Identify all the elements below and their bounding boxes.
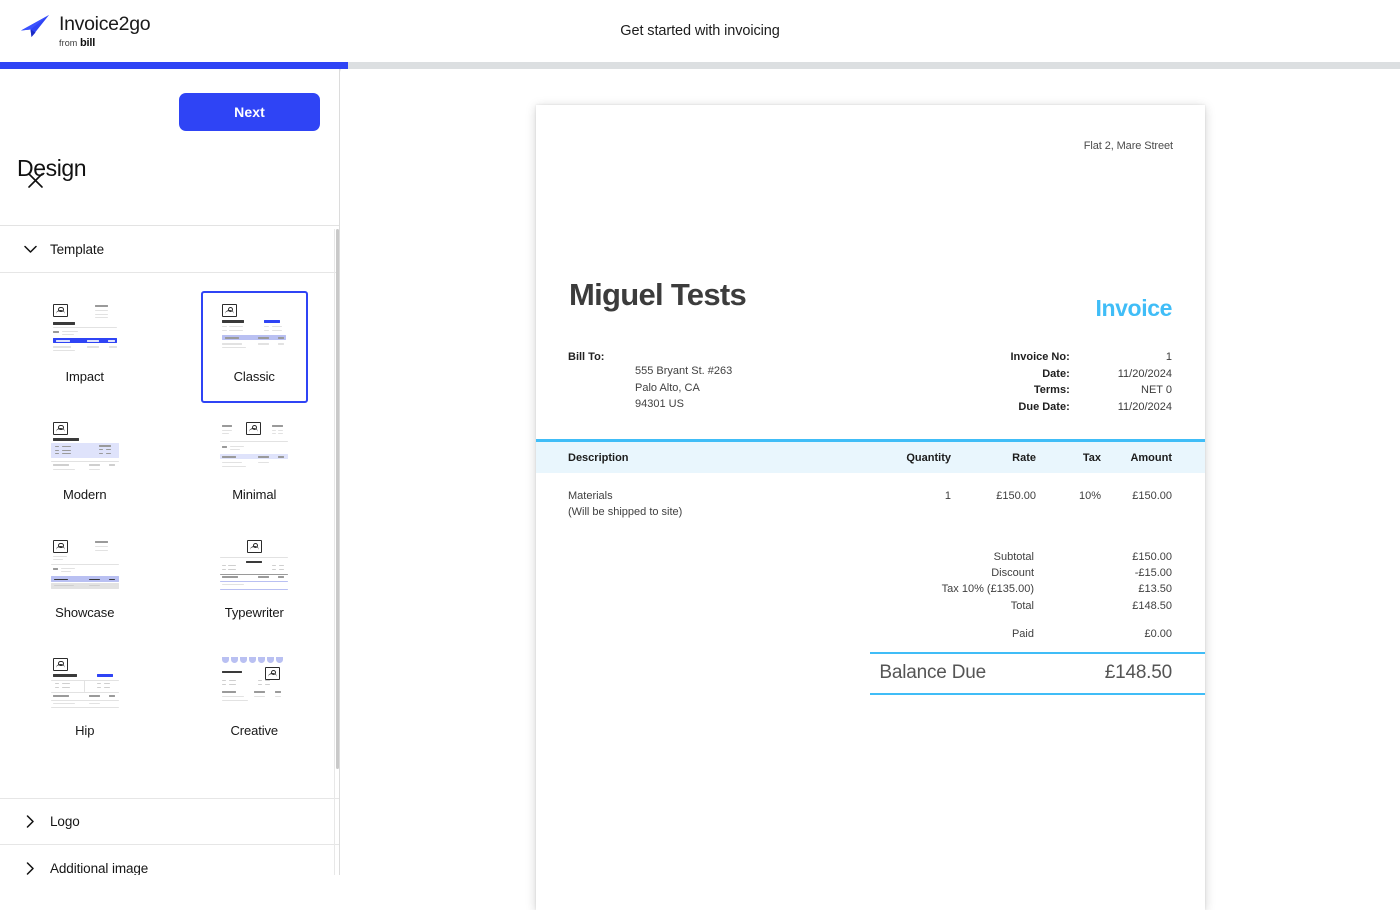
- total-value: £150.00: [1132, 551, 1172, 563]
- chevron-right-icon: [22, 815, 38, 828]
- template-thumbnail-classic: [220, 303, 288, 359]
- template-label-hip: Hip: [75, 723, 95, 738]
- app-header: Invoice2go from bill Get started with in…: [0, 0, 1400, 62]
- total-label: Subtotal: [993, 551, 1034, 563]
- invoice-document: Flat 2, Mare Street Miguel Tests Invoice…: [536, 105, 1205, 910]
- template-option-showcase[interactable]: Showcase: [31, 527, 138, 639]
- cell-quantity: 1: [944, 490, 951, 502]
- column-header-amount: Amount: [1130, 451, 1172, 464]
- template-label-modern: Modern: [63, 487, 107, 502]
- design-sidebar: Next Design Template Impact Classic Mode…: [0, 69, 340, 875]
- template-thumbnail-typewriter: [220, 539, 289, 595]
- cell-description: Materials (Will be shipped to site): [536, 490, 846, 518]
- invoice-preview-pane: Flat 2, Mare Street Miguel Tests Invoice…: [341, 69, 1400, 910]
- template-label-creative: Creative: [230, 723, 279, 738]
- total-value: £148.50: [1132, 599, 1172, 612]
- meta-key: Due Date:: [1018, 400, 1070, 413]
- total-row-discount: Discount -£15.00: [870, 567, 1205, 579]
- template-thumbnail-modern: [50, 421, 119, 477]
- chevron-down-icon: [22, 245, 38, 254]
- sidebar-header: Next Design: [0, 69, 339, 226]
- total-value: £13.50: [1138, 583, 1172, 596]
- meta-value: 1: [1165, 351, 1172, 363]
- total-row-subtotal: Subtotal £150.00: [870, 551, 1205, 563]
- template-thumbnail-hip: [50, 657, 119, 713]
- template-label-showcase: Showcase: [55, 605, 115, 620]
- section-label-logo: Logo: [50, 814, 80, 829]
- bill-to-line: Palo Alto, CA: [635, 381, 700, 394]
- balance-due-value: £148.50: [1104, 662, 1172, 684]
- meta-value: 11/20/2024: [1117, 400, 1172, 413]
- template-label-typewriter: Typewriter: [224, 605, 284, 620]
- cell-rate: £150.00: [996, 490, 1036, 502]
- sidebar-section-logo[interactable]: Logo: [0, 798, 339, 845]
- next-button[interactable]: Next: [179, 93, 320, 131]
- meta-key: Invoice No:: [1010, 351, 1070, 363]
- paid-label: Paid: [1011, 627, 1034, 640]
- total-label: Tax 10% (£135.00): [941, 583, 1034, 596]
- cell-tax: 10%: [1078, 490, 1101, 502]
- onboarding-progress-track: [0, 62, 1400, 69]
- template-option-modern[interactable]: Modern: [31, 409, 138, 521]
- bill-to-line: 94301 US: [635, 398, 684, 411]
- item-description: Materials: [568, 490, 613, 502]
- sender-address: Flat 2, Mare Street: [1083, 140, 1173, 152]
- bill-to-line: 555 Bryant St. #263: [635, 365, 733, 377]
- table-row: Materials (Will be shipped to site) 1 £1…: [536, 473, 1205, 518]
- sidebar-scroll-area[interactable]: Template Impact Classic Modern Minimal S…: [0, 226, 339, 875]
- item-description-note: (Will be shipped to site): [568, 505, 683, 518]
- total-label: Total: [1010, 599, 1034, 612]
- sidebar-title: Design: [17, 155, 87, 181]
- template-thumbnail-minimal: [220, 421, 289, 477]
- column-header-tax: Tax: [1082, 451, 1101, 464]
- bill-to-label: Bill To:: [568, 351, 605, 363]
- template-option-impact[interactable]: Impact: [31, 291, 138, 403]
- sidebar-section-additional-image[interactable]: Additional image: [0, 845, 339, 875]
- line-items-table: Description Quantity Rate Tax Amount Mat…: [536, 439, 1205, 518]
- total-row-total: Total £148.50: [870, 600, 1205, 612]
- meta-key: Terms:: [1033, 384, 1070, 397]
- totals-block: Subtotal £150.00 Discount -£15.00 Tax 10…: [870, 551, 1205, 695]
- template-label-classic: Classic: [233, 369, 275, 384]
- meta-value: 11/20/2024: [1117, 367, 1172, 380]
- document-type: Invoice: [1095, 295, 1173, 321]
- section-label-additional-image: Additional image: [50, 861, 149, 875]
- template-grid: Impact Classic Modern Minimal Showcase T…: [0, 273, 339, 763]
- template-option-typewriter[interactable]: Typewriter: [201, 527, 308, 639]
- bill-to-address: 555 Bryant St. #263 Palo Alto, CA 94301 …: [635, 363, 732, 413]
- total-label: Discount: [991, 567, 1034, 580]
- chevron-right-icon: [22, 862, 38, 875]
- template-label-impact: Impact: [65, 369, 105, 384]
- template-option-hip[interactable]: Hip: [31, 645, 138, 757]
- total-row-tax: Tax 10% (£135.00) £13.50: [870, 583, 1205, 595]
- column-header-description: Description: [568, 451, 629, 464]
- template-thumbnail-showcase: [50, 539, 119, 595]
- meta-key: Date:: [1042, 367, 1070, 380]
- paid-value: £0.00: [1144, 627, 1172, 640]
- balance-due-row: Balance Due £148.50: [870, 651, 1205, 695]
- sidebar-scrollbar-thumb[interactable]: [336, 229, 339, 769]
- onboarding-progress-fill: [0, 62, 348, 69]
- template-option-classic[interactable]: Classic: [200, 291, 308, 403]
- section-label-template: Template: [50, 241, 104, 257]
- total-value: -£15.00: [1134, 567, 1172, 580]
- template-option-minimal[interactable]: Minimal: [201, 409, 308, 521]
- balance-due-label: Balance Due: [879, 662, 986, 684]
- cell-amount: £150.00: [1132, 490, 1172, 502]
- page-title: Get started with invoicing: [620, 23, 780, 39]
- column-header-quantity: Quantity: [906, 451, 951, 464]
- meta-value: NET 0: [1141, 384, 1172, 397]
- invoice-meta-block: Invoice No: 1 Date: 11/20/2024 Terms: NE…: [1010, 351, 1172, 413]
- template-option-creative[interactable]: Creative: [201, 645, 308, 757]
- template-thumbnail-impact: [51, 303, 119, 359]
- total-row-paid: Paid £0.00: [870, 628, 1205, 640]
- template-label-minimal: Minimal: [232, 487, 277, 502]
- template-thumbnail-creative: [220, 657, 288, 713]
- sidebar-section-template[interactable]: Template: [0, 226, 339, 273]
- company-name: Miguel Tests: [569, 277, 747, 312]
- table-header-row: Description Quantity Rate Tax Amount: [536, 442, 1205, 473]
- bill-to-block: Bill To: 555 Bryant St. #263 Palo Alto, …: [568, 351, 732, 413]
- template-section-spacer: [0, 763, 339, 798]
- column-header-rate: Rate: [1012, 451, 1036, 464]
